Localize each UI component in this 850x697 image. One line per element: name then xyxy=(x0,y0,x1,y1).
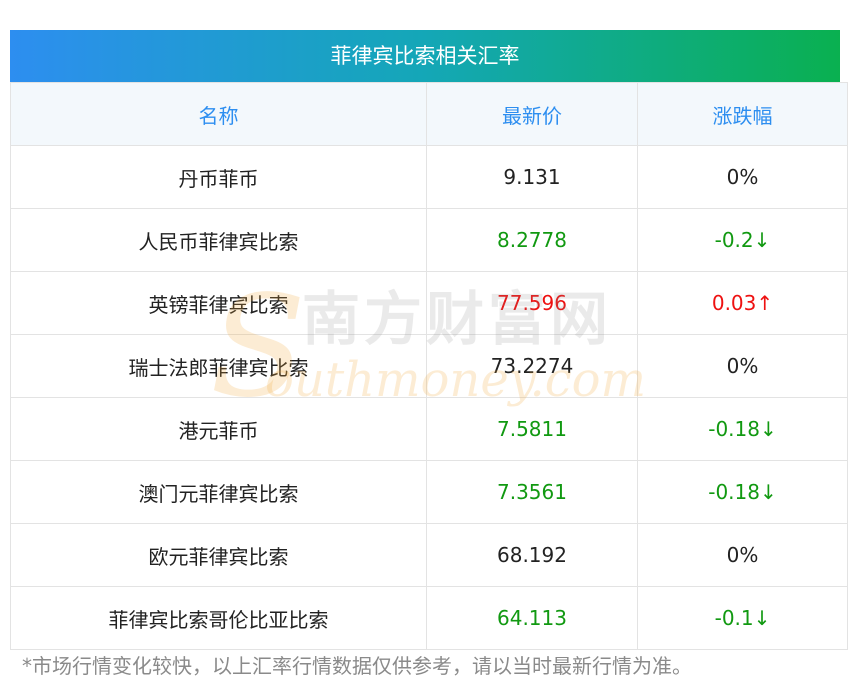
latest-price: 64.113 xyxy=(426,586,638,650)
latest-price: 9.131 xyxy=(426,145,638,209)
table-row: 菲律宾比索哥伦比亚比索 64.113 -0.1↓ xyxy=(10,586,848,650)
header-change: 涨跌幅 xyxy=(637,82,848,146)
latest-price: 73.2274 xyxy=(426,334,638,398)
currency-pair-name: 人民币菲律宾比索 xyxy=(10,208,427,272)
change-percent: -0.18↓ xyxy=(637,397,848,461)
table-header-row: 名称 最新价 涨跌幅 xyxy=(10,82,848,146)
change-percent: -0.2↓ xyxy=(637,208,848,272)
table-row: 澳门元菲律宾比索 7.3561 -0.18↓ xyxy=(10,460,848,524)
table-row: 英镑菲律宾比索 77.596 0.03↑ xyxy=(10,271,848,335)
table-row: 瑞士法郎菲律宾比索 73.2274 0% xyxy=(10,334,848,398)
table-title: 菲律宾比索相关汇率 xyxy=(10,30,840,82)
currency-pair-name: 港元菲币 xyxy=(10,397,427,461)
currency-pair-name: 丹币菲币 xyxy=(10,145,427,209)
currency-pair-name: 澳门元菲律宾比索 xyxy=(10,460,427,524)
currency-pair-name: 菲律宾比索哥伦比亚比索 xyxy=(10,586,427,650)
latest-price: 7.3561 xyxy=(426,460,638,524)
change-percent: 0.03↑ xyxy=(637,271,848,335)
table-row: 人民币菲律宾比索 8.2778 -0.2↓ xyxy=(10,208,848,272)
header-price: 最新价 xyxy=(426,82,638,146)
change-percent: 0% xyxy=(637,145,848,209)
change-percent: -0.18↓ xyxy=(637,460,848,524)
change-percent: 0% xyxy=(637,523,848,587)
latest-price: 7.5811 xyxy=(426,397,638,461)
latest-price: 68.192 xyxy=(426,523,638,587)
table-row: 丹币菲币 9.131 0% xyxy=(10,145,848,209)
disclaimer-note: *市场行情变化较快，以上汇率行情数据仅供参考，请以当时最新行情为准。 xyxy=(22,654,692,678)
change-percent: -0.1↓ xyxy=(637,586,848,650)
currency-pair-name: 瑞士法郎菲律宾比索 xyxy=(10,334,427,398)
exchange-rate-table: 名称 最新价 涨跌幅 丹币菲币 9.131 0% 人民币菲律宾比索 8.2778 -0.2… xyxy=(10,82,848,650)
currency-pair-name: 欧元菲律宾比索 xyxy=(10,523,427,587)
currency-pair-name: 英镑菲律宾比索 xyxy=(10,271,427,335)
change-percent: 0% xyxy=(637,334,848,398)
latest-price: 8.2778 xyxy=(426,208,638,272)
table-row: 港元菲币 7.5811 -0.18↓ xyxy=(10,397,848,461)
table-body: 丹币菲币 9.131 0% 人民币菲律宾比索 8.2778 -0.2↓ 英镑菲律宾比索 77.… xyxy=(10,145,848,650)
exchange-rate-card: 菲律宾比索相关汇率 名称 最新价 涨跌幅 丹币菲币 9.131 0% 人民币菲律宾比索… xyxy=(10,30,848,650)
table-row: 欧元菲律宾比索 68.192 0% xyxy=(10,523,848,587)
header-name: 名称 xyxy=(10,82,427,146)
latest-price: 77.596 xyxy=(426,271,638,335)
